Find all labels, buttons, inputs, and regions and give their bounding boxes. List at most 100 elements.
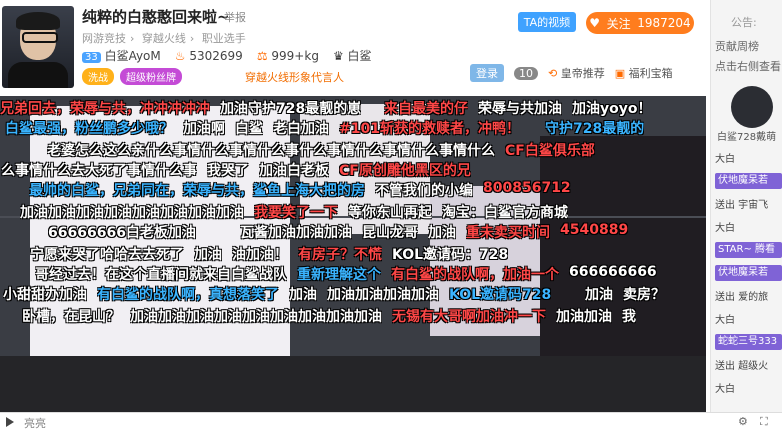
danmaku-comment: 加油 [289, 287, 317, 303]
play-icon[interactable] [6, 417, 14, 427]
user-avatar[interactable] [731, 86, 773, 128]
gift-item: 大白 [715, 384, 735, 395]
danmaku-comment: CF原创雕他黑区的兄 [339, 163, 471, 179]
danmaku-comment: CF白鲨俱乐部 [505, 143, 595, 159]
login-button[interactable]: 登录 [470, 64, 504, 82]
spokesman-tag[interactable]: 穿越火线形象代言人 [245, 69, 344, 85]
share-icon: ⟲ [548, 67, 558, 80]
danmaku-comment: 最帅的白鲨，兄弟同在，荣辱与共，鲨鱼上海大把的房 [29, 183, 365, 199]
danmaku-comment: 4540889 [560, 222, 629, 238]
follower-count: 1987204 [637, 16, 691, 30]
danmaku-comment: 昆山龙哥 [362, 225, 418, 241]
danmaku-comment: 油加油！ [232, 247, 288, 263]
hot-count: 5302699 [189, 48, 243, 63]
gift-item: 送出 超级火 [715, 361, 769, 372]
danmaku-comment: 66666666白老板加油 [48, 225, 196, 241]
follow-label: 关注 [606, 16, 631, 31]
gift-item: 送出 爱的旅 [715, 292, 769, 303]
gift-item: STAR~ 腾看 [715, 242, 782, 258]
danmaku-comment: 无锡有大哥啊加油冲一下 [392, 309, 546, 325]
heart-icon: ♥ [589, 16, 601, 30]
badge-1[interactable]: 洗战 [82, 68, 114, 85]
breadcrumb: 网游竞技 › 穿越火线 › 职业选手 [82, 32, 246, 45]
room-header: 纯粹的白憨憨回来啦~ 举报 网游竞技 › 穿越火线 › 职业选手 33 白鲨AyoM… [0, 0, 706, 96]
danmaku-comment: 重未卖买时间 [466, 225, 550, 241]
anchor-avatar[interactable] [2, 6, 74, 88]
danmaku-comment: KOL邀请码728 [449, 287, 552, 303]
room-title: 纯粹的白憨憨回来啦~ [82, 8, 230, 26]
gift-item: 大白 [715, 223, 735, 234]
danmaku-comment: 加油啊 [183, 121, 225, 137]
danmaku-comment: 重新理解这个 [297, 267, 381, 283]
gift-item: 蛇蛇三号333 [715, 334, 782, 350]
badge-2[interactable]: 超级粉丝牌 [120, 68, 182, 85]
video-player[interactable]: 兄弟回去，荣辱与共，冲冲冲冲冲 加油守护728最靓的崽 来自最美的仔 荣辱与共加油 加油… [0, 96, 706, 412]
danmaku-comment: 有白鲨的战队啊，真想落笑了 [97, 287, 279, 303]
club-name[interactable]: 白鲨 [348, 49, 372, 63]
danmaku-comment: 有白鲨的战队啊，加油一个 [391, 267, 559, 283]
weight-value: 999+kg [271, 48, 319, 63]
danmaku-comment: 宁愿来哭了哈哈去去死了 [30, 247, 184, 263]
danmaku-comment: 等你东山再起 [348, 205, 432, 221]
anchor-name[interactable]: 白鲨AyoM [105, 49, 161, 63]
gift-item: 大白 [715, 315, 735, 326]
right-sidebar: 公告: 贡献周榜 点击右侧查看 白鲨728戴萌 大白 伏地魔呆若 送出 宇宙飞 大白 S… [710, 0, 782, 431]
level-badge: 33 [82, 52, 101, 63]
weight-icon: ⚖ [256, 48, 268, 63]
gift-item: 送出 宇宙飞 [715, 200, 769, 211]
danmaku-comment: 来自最美的仔 [384, 101, 468, 117]
fullscreen-icon[interactable]: ⛶ [760, 415, 768, 429]
volume-label[interactable]: 亮亮 [24, 415, 46, 431]
breadcrumb-item[interactable]: 职业选手 [202, 32, 246, 45]
danmaku-comment: 加油加油 [556, 309, 612, 325]
danmaku-comment: 加油 [194, 247, 222, 263]
danmaku-comment: 我要笑了一下 [254, 205, 338, 221]
danmaku-comment: 加油守护728最靓的崽 [220, 101, 362, 117]
share-button[interactable]: ⟲ 皇帝推荐 [548, 65, 605, 81]
danmaku-comment: 荣辱与共加油 [478, 101, 562, 117]
danmaku-comment: 瓦酱加油加油加油 [240, 225, 352, 241]
danmaku-comment: 老白加油 [273, 121, 329, 137]
danmaku-comment: 不管我们的小编 [375, 183, 473, 199]
ta-video-button[interactable]: TA的视频 [518, 12, 576, 32]
danmaku-comment: 守护728最靓的 [545, 121, 645, 137]
gift-item: 伏地魔呆若 [715, 265, 782, 281]
danmaku-comment: 白鲨最强，粉丝鹏多少哦？ [5, 121, 173, 137]
anchor-stats: 33 白鲨AyoM ♨ 5302699 ⚖ 999+kg ♛ 白鲨 [82, 47, 372, 64]
danmaku-comment: 加油加油加油加油 [327, 287, 439, 303]
follow-button[interactable]: ♥ 关注 1987204 [586, 12, 694, 34]
danmaku-comment: 兄弟回去，荣辱与共，冲冲冲冲冲 [0, 101, 210, 117]
danmaku-comment: 800856712 [483, 180, 571, 196]
danmaku-comment: 加油加油加油加油加油加油加油加油 [20, 205, 244, 221]
gift-icon: ▣ [614, 67, 626, 80]
danmaku-comment: #101斩获的救赎者，冲鸭！ [339, 121, 520, 137]
danmaku-comment: 卖房？ [623, 287, 665, 303]
welfare-button[interactable]: ▣ 福利宝箱 [615, 65, 673, 81]
announcement-label: 公告: [731, 16, 757, 29]
badges: 洗战 超级粉丝牌 [82, 68, 182, 85]
breadcrumb-item[interactable]: 网游竞技 [82, 32, 126, 45]
settings-icon[interactable]: ⚙ [738, 415, 748, 428]
danmaku-comment: 卧槽，在昆山？ [22, 309, 120, 325]
danmaku-comment: 加油 [585, 287, 613, 303]
danmaku-comment: 白鲨 [235, 121, 263, 137]
danmaku-comment: 有房子？不慌 [298, 247, 382, 263]
club-icon: ♛ [332, 49, 344, 63]
scan-hint: 点击右侧查看 [715, 60, 781, 73]
danmaku-comment: 淘宝：白鲨官方商城 [442, 205, 568, 221]
rank-link[interactable]: 贡献周榜 [715, 38, 759, 54]
coin-count: 10 [514, 66, 538, 80]
danmaku-comment: 我哭了 [207, 163, 249, 179]
danmaku-comment: 老婆怎么这么亲什么事情什么事情什么事什么事情什么事情什么事情什么 [47, 143, 495, 159]
danmaku-comment: 小甜甜办加油 [3, 287, 87, 303]
danmaku-comment: 加油yoyo！ [572, 101, 652, 117]
room-tools: 登录 10 ⟲ 皇帝推荐 ▣ 福利宝箱 [470, 64, 673, 82]
danmaku-comment: 加油加油加油加油加油加油加油加油加油 [130, 309, 382, 325]
breadcrumb-item[interactable]: 穿越火线 [142, 32, 186, 45]
danmaku-comment: 加油 [428, 225, 456, 241]
report-link[interactable]: 举报 [224, 9, 246, 25]
user-name[interactable]: 白鲨728戴萌 [717, 128, 776, 143]
danmaku-comment: 加油白老板 [259, 163, 329, 179]
danmaku-comment: 么事情什么去大死了事情什么事 [1, 163, 197, 179]
gift-item: 伏地魔呆若 [715, 173, 782, 189]
